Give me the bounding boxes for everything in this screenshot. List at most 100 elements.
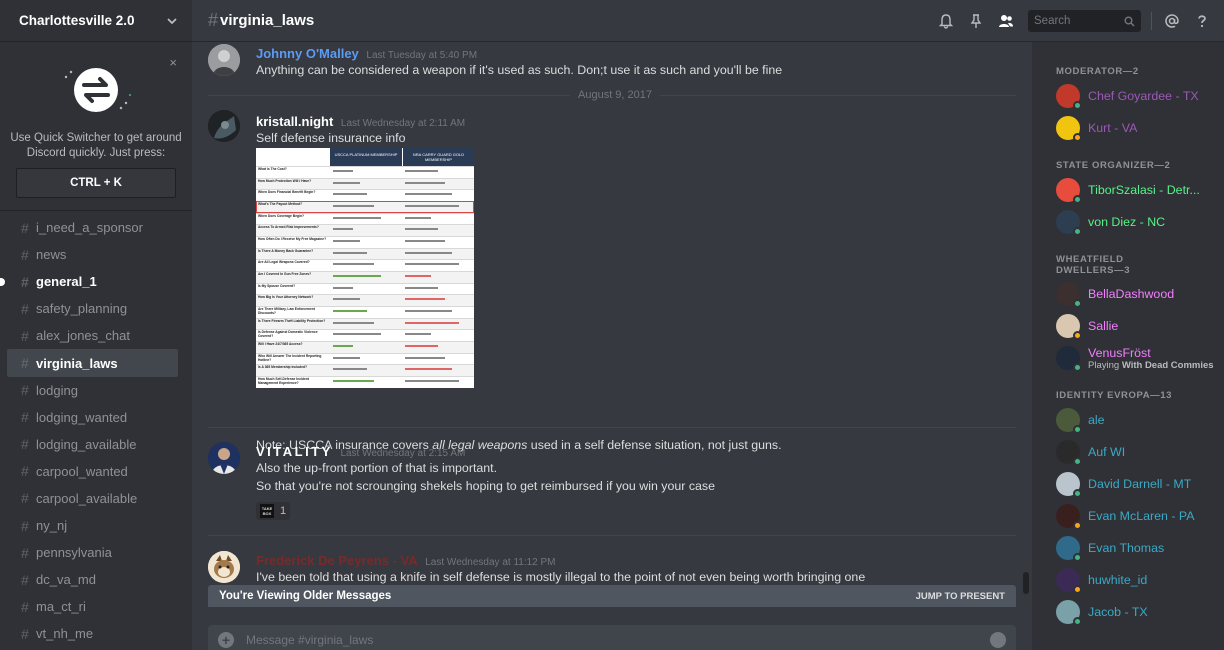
- channel-item-safety_planning[interactable]: # safety_planning: [7, 295, 178, 322]
- status-idle-icon: [1073, 133, 1082, 142]
- composer-placeholder: Message #virginia_laws: [246, 633, 374, 647]
- channel-label: lodging_available: [36, 436, 137, 452]
- attachment-cell: [402, 354, 474, 365]
- mention-icon[interactable]: [1164, 13, 1180, 29]
- server-header[interactable]: Charlottesville 2.0: [0, 0, 192, 42]
- member-item[interactable]: Evan McLaren - PA: [1056, 502, 1195, 530]
- role-header: STATE ORGANIZER—2: [1056, 160, 1171, 171]
- chat-scrollbar[interactable]: [1023, 572, 1029, 594]
- member-item[interactable]: huwhite_id: [1056, 566, 1147, 594]
- avatar[interactable]: [208, 551, 240, 583]
- member-item[interactable]: Sallie: [1056, 312, 1118, 340]
- avatar: [1056, 346, 1082, 372]
- search-input[interactable]: Search: [1028, 10, 1141, 32]
- channel-item-general_1[interactable]: # general_1: [0, 268, 178, 295]
- channel-item-carpool_wanted[interactable]: # carpool_wanted: [7, 458, 178, 485]
- jump-to-present-button[interactable]: JUMP TO PRESENT: [916, 591, 1005, 602]
- hash-icon: #: [21, 544, 29, 561]
- channel-label: lodging: [36, 382, 78, 398]
- channel-list: # i_need_a_sponsor # news # general_1 # safety_…: [0, 214, 192, 648]
- member-item[interactable]: TiborSzalasi - Detr...: [1056, 176, 1200, 204]
- older-messages-bar[interactable]: You're Viewing Older Messages JUMP TO PR…: [208, 585, 1016, 607]
- search-icon: [1124, 16, 1135, 27]
- avatar: [1056, 178, 1082, 204]
- message-composer[interactable]: + Message #virginia_laws: [208, 625, 1016, 650]
- channel-item-ny_nj[interactable]: # ny_nj: [7, 512, 178, 539]
- message-author[interactable]: VITALITY: [256, 444, 333, 459]
- channel-item-i_need_a_sponsor[interactable]: # i_need_a_sponsor: [7, 214, 178, 241]
- attachment-cell-text: [405, 228, 438, 231]
- emoji-icon[interactable]: [990, 632, 1006, 648]
- message-timestamp: Last Wednesday at 11:12 PM: [425, 557, 556, 568]
- avatar[interactable]: [208, 110, 240, 142]
- attachment-row-label: Is There Firearm Theft Liability Protect…: [258, 318, 326, 323]
- member-text: Jacob - TX: [1088, 605, 1148, 619]
- attachment-row: Will I Have 24/7/365 Access?: [256, 341, 474, 353]
- member-text: David Darnell - MT: [1088, 477, 1191, 491]
- attachment-cell-text: [333, 193, 367, 196]
- attachment-cell-text: [333, 240, 360, 243]
- channel-item-vt_nh_me[interactable]: # vt_nh_me: [7, 620, 178, 647]
- avatar[interactable]: [208, 442, 240, 474]
- bell-icon[interactable]: [938, 13, 954, 29]
- attachment-row-label: Is Defense Against Domestic Violence Cov…: [258, 330, 318, 339]
- member-item[interactable]: Evan Thomas: [1056, 534, 1164, 562]
- attachment-col-a: USCCA PLATINUM MEMBERSHIP: [330, 148, 402, 166]
- close-icon[interactable]: ×: [169, 55, 177, 70]
- plus-icon[interactable]: +: [218, 632, 234, 648]
- member-item[interactable]: ale: [1056, 406, 1105, 434]
- channel-item-ma_ct_ri[interactable]: # ma_ct_ri: [7, 593, 178, 620]
- avatar[interactable]: [208, 44, 240, 76]
- message-author[interactable]: Frederick De Peyrens - VA: [256, 553, 418, 568]
- quick-switcher-tip: × Use Quick Switcher to get around Disco…: [0, 43, 192, 211]
- older-messages-text: You're Viewing Older Messages: [219, 590, 392, 602]
- help-icon[interactable]: [1194, 13, 1210, 29]
- status-idle-icon: [1073, 521, 1082, 530]
- member-item[interactable]: von Diez - NC: [1056, 208, 1165, 236]
- reaction[interactable]: TAKE BOX 1: [256, 502, 291, 520]
- attachment-cell-text: [405, 275, 431, 278]
- channel-item-alex_jones_chat[interactable]: # alex_jones_chat: [7, 322, 178, 349]
- quick-switcher-shortcut[interactable]: CTRL + K: [16, 168, 176, 198]
- attachment-row: Are All Legal Weapons Covered?: [256, 259, 474, 271]
- channel-label: ny_nj: [36, 518, 68, 534]
- message-text: So that you're not scrounging shekels ho…: [256, 479, 716, 493]
- member-text: Sallie: [1088, 319, 1118, 333]
- channel-item-dc_va_md[interactable]: # dc_va_md: [7, 566, 178, 593]
- member-item[interactable]: BellaDashwood: [1056, 280, 1174, 308]
- channel-label: virginia_laws: [36, 355, 118, 371]
- member-item[interactable]: Jacob - TX: [1056, 598, 1148, 626]
- channel-label: lodging_wanted: [36, 409, 128, 425]
- member-name: Evan Thomas: [1088, 541, 1165, 555]
- hash-icon: #: [21, 273, 29, 290]
- channel-item-virginia_laws[interactable]: # virginia_laws: [7, 349, 178, 377]
- channel-label: carpool_available: [36, 490, 138, 506]
- chevron-down-icon[interactable]: [166, 15, 178, 27]
- members-icon[interactable]: [998, 13, 1014, 29]
- attachment-cell: [402, 272, 474, 283]
- attachment-row-label: What's The Payout Method?: [258, 202, 303, 207]
- status-online-icon: [1073, 299, 1082, 308]
- member-item[interactable]: Kurt - VA: [1056, 114, 1137, 142]
- member-item[interactable]: Chef Goyardee - TX: [1056, 82, 1199, 110]
- channel-item-lodging[interactable]: # lodging: [7, 377, 178, 404]
- status-idle-icon: [1073, 585, 1082, 594]
- member-item[interactable]: Auf WI: [1056, 438, 1125, 466]
- channel-item-lodging_available[interactable]: # lodging_available: [7, 431, 178, 458]
- channel-item-news[interactable]: # news: [7, 241, 178, 268]
- member-item[interactable]: VenusFröst Playing With Dead Commies: [1056, 344, 1214, 372]
- attachment-cell-text: [405, 298, 445, 301]
- attachment-cell: [402, 214, 474, 225]
- member-item[interactable]: David Darnell - MT: [1056, 470, 1191, 498]
- channel-item-carpool_available[interactable]: # carpool_available: [7, 485, 178, 512]
- attachment-row-label: Who Will Answer The Incident Reporting H…: [258, 353, 322, 362]
- message-author[interactable]: kristall.night: [256, 114, 333, 129]
- channel-label: ma_ct_ri: [36, 599, 86, 615]
- member-name: David Darnell - MT: [1088, 477, 1192, 491]
- channel-item-pennsylvania[interactable]: # pennsylvania: [7, 539, 178, 566]
- message-author[interactable]: Johnny O'Malley: [256, 46, 359, 61]
- pin-icon[interactable]: [968, 13, 984, 29]
- image-attachment[interactable]: USCCA PLATINUM MEMBERSHIP NRA CARRY GUAR…: [256, 148, 474, 388]
- message-text: Anything can be considered a weapon if i…: [256, 63, 783, 77]
- channel-item-lodging_wanted[interactable]: # lodging_wanted: [7, 404, 178, 431]
